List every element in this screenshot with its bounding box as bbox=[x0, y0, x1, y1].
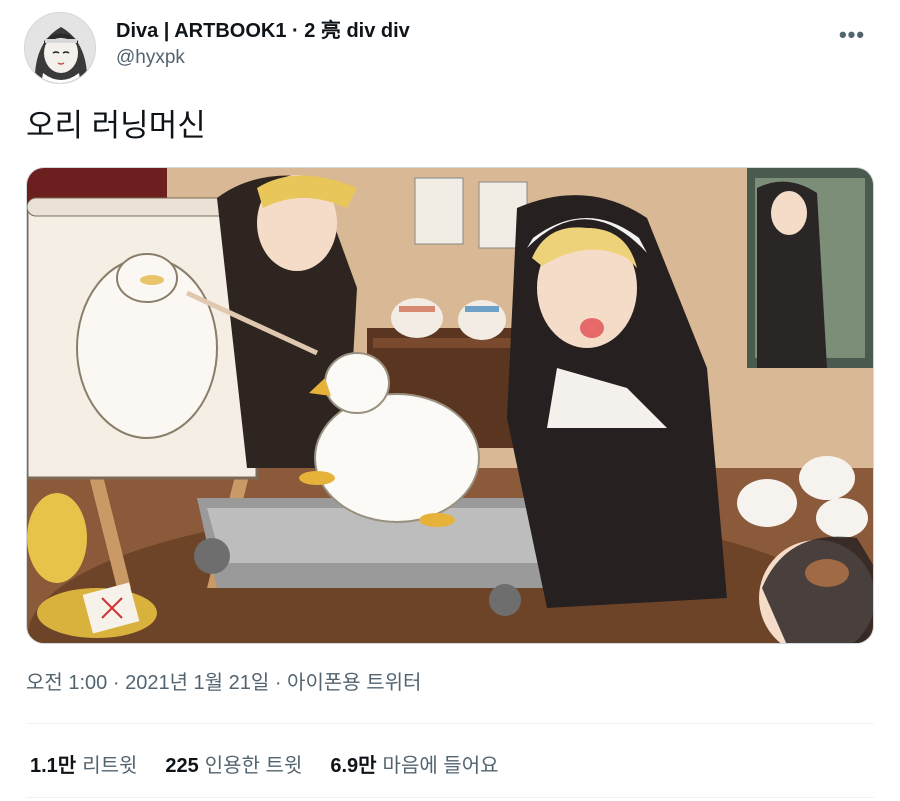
quote-tweets-stat[interactable]: 225 인용한 트윗 bbox=[165, 749, 302, 778]
tweet-detail: Diva | ARTBOOK1 · 2 亮 div div @hyxpk •••… bbox=[0, 0, 900, 801]
tweet-text: 오리 러닝머신 bbox=[26, 108, 206, 143]
meta-separator: · bbox=[269, 672, 288, 694]
retweets-stat[interactable]: 1.1만 리트윗 bbox=[30, 749, 137, 778]
tweet-stats: 1.1만 리트윗 225 인용한 트윗 6.9만 마음에 들어요 bbox=[30, 748, 527, 778]
meta-separator: · bbox=[107, 672, 126, 694]
author-names: Diva | ARTBOOK1 · 2 亮 div div @hyxpk bbox=[116, 18, 410, 72]
likes-count: 6.9만 bbox=[330, 754, 377, 777]
divider bbox=[26, 797, 874, 798]
tweet-source[interactable]: 아이폰용 트위터 bbox=[287, 672, 421, 694]
avatar[interactable] bbox=[24, 12, 96, 84]
retweets-label: 리트윗 bbox=[82, 754, 138, 777]
likes-stat[interactable]: 6.9만 마음에 들어요 bbox=[330, 749, 498, 778]
author-display-name[interactable]: Diva | ARTBOOK1 · 2 亮 div div bbox=[116, 18, 410, 44]
tweet-date[interactable]: 2021년 1월 21일 bbox=[125, 672, 269, 694]
more-button[interactable]: ••• bbox=[832, 18, 872, 52]
tweet-media-image[interactable] bbox=[26, 167, 874, 644]
quote-tweets-count: 225 bbox=[165, 754, 199, 777]
more-horizontal-icon: ••• bbox=[838, 22, 866, 47]
tweet-meta: 오전 1:00 · 2021년 1월 21일 · 아이폰용 트위터 bbox=[26, 668, 421, 698]
tweet-time[interactable]: 오전 1:00 bbox=[26, 672, 107, 694]
author-handle[interactable]: @hyxpk bbox=[116, 44, 410, 72]
likes-label: 마음에 들어요 bbox=[382, 754, 499, 777]
avatar-illustration-icon bbox=[25, 13, 95, 83]
divider bbox=[26, 723, 874, 724]
quote-tweets-label: 인용한 트윗 bbox=[204, 754, 303, 777]
illustration-image-icon bbox=[27, 168, 873, 643]
tweet-header: Diva | ARTBOOK1 · 2 亮 div div @hyxpk ••• bbox=[24, 12, 876, 84]
retweets-count: 1.1만 bbox=[30, 754, 77, 777]
